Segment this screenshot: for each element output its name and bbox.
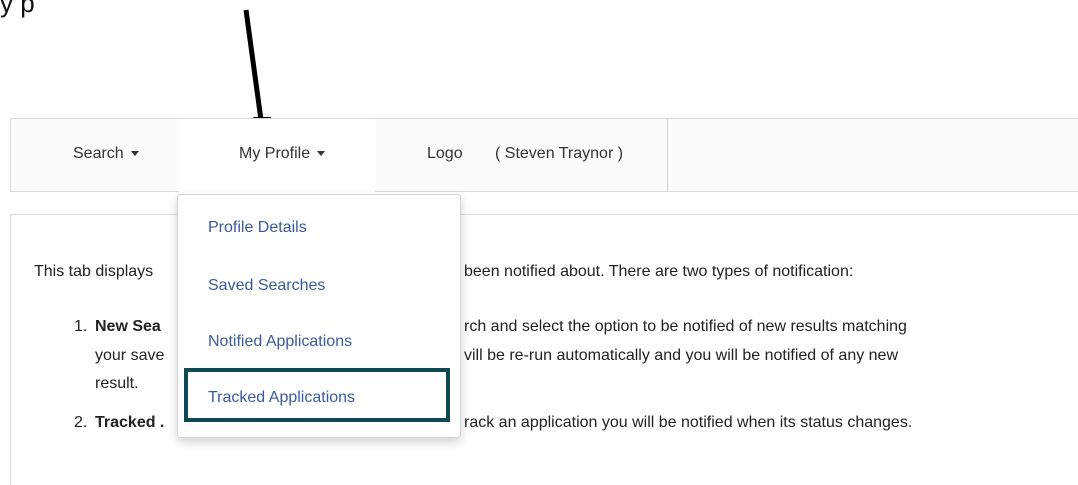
- search-menu-button[interactable]: Search: [73, 145, 139, 163]
- list-item-1-text: rch and select the option to be notified…: [464, 318, 907, 335]
- my-profile-menu-button[interactable]: My Profile: [239, 145, 326, 163]
- user-name-label: ( Steven Traynor ): [495, 145, 624, 162]
- menu-item-notified-applications[interactable]: Notified Applications: [208, 333, 352, 351]
- menu-item-saved-searches[interactable]: Saved Searches: [208, 277, 325, 295]
- top-navbar: Search My Profile Logo ( Steven Traynor …: [10, 118, 1078, 192]
- navbar-divider: [667, 119, 668, 192]
- chevron-down-icon: [130, 151, 139, 157]
- list-item-2-text: rack an application you will be notified…: [464, 414, 913, 431]
- list-item-2-title: Tracked .: [95, 414, 164, 432]
- intro-text-right: been notified about. There are two types…: [464, 263, 854, 280]
- list-item-1-title: New Sea: [95, 318, 161, 336]
- list-item-2-title-bold: Tracked .: [95, 414, 165, 431]
- chevron-down-icon: [317, 151, 326, 157]
- list-item-1-line2-right: vill be re-run automatically and you wil…: [464, 347, 899, 364]
- list-item-1-title-bold: New Sea: [95, 318, 161, 335]
- screenshot-stage: y p Search My Profile Logo ( Steven Tray…: [0, 0, 1078, 485]
- list-item-1-number: 1.: [74, 318, 88, 335]
- list-item-2-number: 2.: [74, 414, 88, 431]
- search-menu-label: Search: [73, 145, 124, 162]
- logo-link[interactable]: Logo: [427, 145, 463, 163]
- intro-text-left: This tab displays: [34, 263, 154, 280]
- list-item-1-line2-left: your save: [95, 347, 165, 364]
- menu-item-profile-details[interactable]: Profile Details: [208, 219, 307, 237]
- tracked-applications-highlight-box: [184, 368, 450, 422]
- list-item-1-line3: result.: [95, 375, 139, 392]
- my-profile-menu-label: My Profile: [239, 145, 311, 162]
